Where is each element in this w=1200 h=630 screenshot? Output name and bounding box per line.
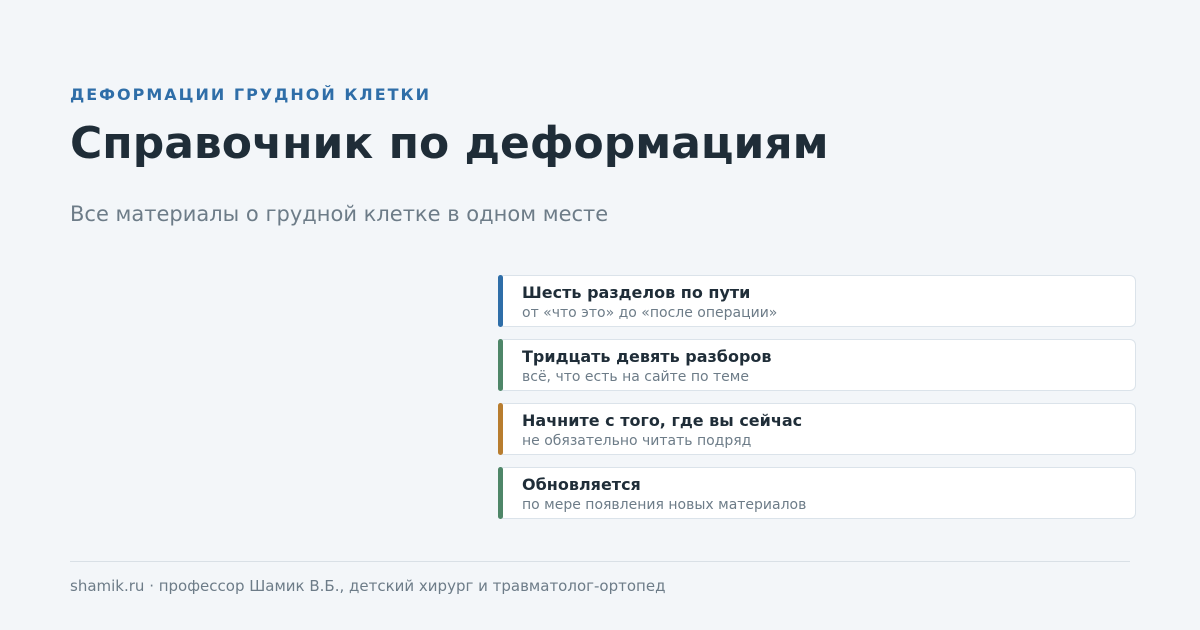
eyebrow-label: ДЕФОРМАЦИИ ГРУДНОЙ КЛЕТКИ: [70, 85, 432, 104]
feature-card: Тридцать девять разборов всё, что есть н…: [498, 339, 1136, 391]
page-title: Справочник по деформациям: [70, 118, 829, 169]
card-accent-bar: [498, 467, 503, 519]
page-subtitle: Все материалы о грудной клетке в одном м…: [70, 202, 609, 226]
card-accent-bar: [498, 339, 503, 391]
feature-card-list: Шесть разделов по пути от «что это» до «…: [498, 275, 1136, 531]
card-title: Шесть разделов по пути: [522, 283, 751, 302]
card-description: не обязательно читать подряд: [522, 433, 752, 449]
footer-divider: [70, 561, 1130, 562]
card-accent-bar: [498, 275, 503, 327]
card-title: Начните с того, где вы сейчас: [522, 411, 803, 430]
card-description: всё, что есть на сайте по теме: [522, 369, 749, 385]
footer-credit: shamik.ru · профессор Шамик В.Б., детски…: [70, 577, 666, 595]
card-description: по мере появления новых материалов: [522, 497, 807, 513]
card-title: Тридцать девять разборов: [522, 347, 772, 366]
card-description: от «что это» до «после операции»: [522, 305, 778, 321]
feature-card: Обновляется по мере появления новых мате…: [498, 467, 1136, 519]
card-title: Обновляется: [522, 475, 641, 494]
card-accent-bar: [498, 403, 503, 455]
feature-card: Начните с того, где вы сейчас не обязате…: [498, 403, 1136, 455]
feature-card: Шесть разделов по пути от «что это» до «…: [498, 275, 1136, 327]
